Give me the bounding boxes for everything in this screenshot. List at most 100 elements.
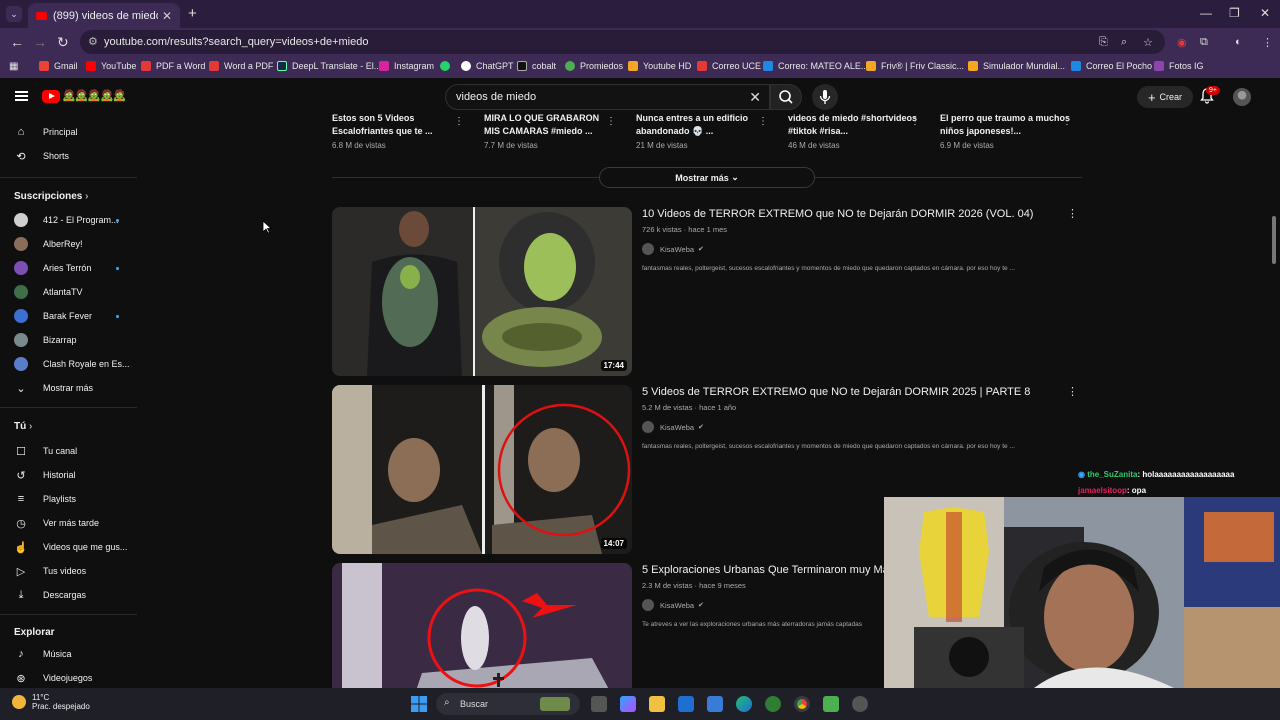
search-button[interactable]	[770, 84, 802, 110]
back-arrow-icon[interactable]: ←	[10, 34, 24, 50]
tab-search-button[interactable]: ⌄	[6, 6, 22, 22]
video-thumbnail[interactable]: 17:44	[332, 207, 632, 376]
mail-icon[interactable]	[678, 696, 694, 712]
windows-start-icon[interactable]	[411, 696, 427, 712]
more-options-icon[interactable]: ⋮	[454, 116, 464, 127]
bookmark-correo-pocho[interactable]: Correo El Pocho	[1071, 61, 1152, 71]
apps-grid-icon[interactable]: ▦	[9, 61, 18, 72]
zoom-icon[interactable]: ⌕	[1121, 36, 1127, 49]
video-result[interactable]: 17:44 10 Videos de TERROR EXTREMO que NO…	[332, 207, 1082, 377]
bookmark-deepl[interactable]: DeepL Translate - El...	[277, 61, 381, 71]
site-info-icon[interactable]: ⚙	[88, 35, 98, 48]
install-app-icon[interactable]: ⎘	[1099, 36, 1108, 49]
sidebar-item-tu-canal[interactable]: ☐ Tu canal	[0, 440, 138, 462]
more-options-icon[interactable]: ⋮	[1062, 116, 1072, 127]
more-options-icon[interactable]: ⋮	[1067, 385, 1078, 398]
sidebar-item-musica[interactable]: ♪ Música	[0, 643, 138, 665]
logo-doodle[interactable]: 🧟🧟🧟🧟🧟	[62, 89, 126, 102]
page-scrollbar[interactable]	[1272, 216, 1276, 264]
video-title[interactable]: 10 Videos de TERROR EXTREMO que NO te De…	[642, 208, 1033, 220]
bookmark-youtube-hd[interactable]: Youtube HD	[628, 61, 691, 71]
bookmark-star-icon[interactable]: ☆	[1143, 36, 1153, 49]
app-icon[interactable]	[852, 696, 868, 712]
sidebar-sub-412[interactable]: 412 - El Program...	[0, 209, 138, 231]
profile-icon[interactable]: ◐	[1235, 36, 1242, 48]
extensions-puzzle-icon[interactable]: ⧉	[1200, 36, 1208, 49]
browser-tab[interactable]: (899) videos de miedo - YouTube ✕	[28, 3, 180, 28]
sidebar-sub-clash-royale[interactable]: Clash Royale en Es...	[0, 353, 138, 375]
sidebar-sub-aries-terron[interactable]: Aries Terrón	[0, 257, 138, 279]
youtube-logo-icon[interactable]	[42, 90, 60, 103]
show-more-button[interactable]: Mostrar más ⌄	[599, 167, 815, 188]
sidebar-show-more[interactable]: ⌄ Mostrar más	[0, 377, 138, 399]
close-window-button[interactable]: ✕	[1260, 6, 1270, 20]
sidebar-sub-barak-fever[interactable]: Barak Fever	[0, 305, 138, 327]
search-input[interactable]: videos de miedo ✕	[445, 84, 770, 110]
bookmark-instagram[interactable]: Instagram	[379, 61, 434, 71]
more-options-icon[interactable]: ⋮	[910, 116, 920, 127]
sidebar-item-principal[interactable]: ⌂ Principal	[0, 121, 138, 143]
sidebar-item-historial[interactable]: ↺ Historial	[0, 464, 138, 486]
video-thumbnail[interactable]: 14:07	[332, 385, 632, 554]
file-explorer-icon[interactable]	[649, 696, 665, 712]
address-bar[interactable]: ⚙ youtube.com/results?search_query=video…	[80, 30, 1165, 54]
edge-icon[interactable]	[736, 696, 752, 712]
video-title[interactable]: 5 Exploraciones Urbanas Que Terminaron m…	[642, 564, 891, 576]
sidebar-item-shorts[interactable]: ⟲ Shorts	[0, 145, 138, 167]
bookmark-chatgpt[interactable]: ChatGPT	[461, 61, 514, 71]
short-card[interactable]: Nunca entres a un edificio abandonado 💀 …	[636, 112, 768, 150]
voice-search-button[interactable]	[812, 84, 838, 110]
clear-search-icon[interactable]: ✕	[749, 89, 761, 106]
sidebar-item-tus-videos[interactable]: ▷ Tus videos	[0, 560, 138, 582]
bookmark-correo-mateo[interactable]: Correo: MATEO ALE...	[763, 61, 868, 71]
close-tab-icon[interactable]: ✕	[162, 9, 172, 23]
video-title[interactable]: 5 Videos de TERROR EXTREMO que NO te Dej…	[642, 386, 1030, 398]
task-view-icon[interactable]	[591, 696, 607, 712]
extension-icon[interactable]: ◉	[1177, 36, 1187, 49]
sidebar-item-playlists[interactable]: ≡ Playlists	[0, 488, 138, 510]
bookmark-youtube[interactable]: YouTube	[86, 61, 136, 71]
store-icon[interactable]	[707, 696, 723, 712]
short-card[interactable]: El perro que traumo a muchos niños japon…	[940, 112, 1072, 150]
bookmark-friv[interactable]: Friv® | Friv Classic...	[866, 61, 964, 71]
taskbar-search[interactable]: ⌕ Buscar	[436, 693, 580, 715]
minimize-button[interactable]: —	[1200, 6, 1212, 20]
channel-link[interactable]: KisaWeba ✔	[642, 599, 704, 611]
bookmark-whatsapp[interactable]	[440, 61, 455, 71]
app-icon[interactable]	[765, 696, 781, 712]
create-button[interactable]: + Crear	[1137, 86, 1193, 108]
bookmark-promiedos[interactable]: Promiedos	[565, 61, 623, 71]
bookmark-cobalt[interactable]: cobalt	[517, 61, 556, 71]
sidebar-item-descargas[interactable]: ⤓ Descargas	[0, 584, 138, 606]
restore-button[interactable]: ❐	[1229, 6, 1240, 20]
user-avatar[interactable]	[1233, 88, 1251, 106]
new-tab-button[interactable]: +	[188, 5, 197, 22]
channel-link[interactable]: KisaWeba ✔	[642, 243, 704, 255]
bookmark-simulador[interactable]: Simulador Mundial...	[968, 61, 1065, 71]
more-options-icon[interactable]: ⋮	[606, 116, 616, 127]
copilot-icon[interactable]	[620, 696, 636, 712]
sidebar-item-liked-videos[interactable]: ☝ Videos que me gus...	[0, 536, 138, 558]
reload-icon[interactable]: ↻	[57, 34, 69, 51]
weather-widget[interactable]: 11°C Prac. despejado	[12, 693, 90, 711]
subscriptions-heading[interactable]: Suscripciones ›	[14, 191, 88, 202]
sidebar-item-videojuegos[interactable]: ⊛ Videojuegos	[0, 667, 138, 689]
channel-link[interactable]: KisaWeba ✔	[642, 421, 704, 433]
hamburger-menu-icon[interactable]	[15, 91, 28, 101]
sidebar-sub-alberrey[interactable]: AlberRey!	[0, 233, 138, 255]
video-thumbnail[interactable]	[332, 563, 632, 688]
bookmark-fotos-ig[interactable]: Fotos IG	[1154, 61, 1204, 71]
short-card[interactable]: Estos son 5 Videos Escalofriantes que te…	[332, 112, 464, 150]
short-card[interactable]: videos de miedo #shortvideos #tiktok #ri…	[788, 112, 920, 150]
sidebar-sub-atlantatv[interactable]: AtlantaTV	[0, 281, 138, 303]
you-heading[interactable]: Tú ›	[14, 421, 32, 432]
sidebar-sub-bizarrap[interactable]: Bizarrap	[0, 329, 138, 351]
more-options-icon[interactable]: ⋮	[1067, 207, 1078, 220]
forward-arrow-icon[interactable]: →	[33, 34, 47, 50]
minecraft-icon[interactable]	[823, 696, 839, 712]
more-options-icon[interactable]: ⋮	[758, 116, 768, 127]
chrome-menu-icon[interactable]: ⋮	[1262, 36, 1273, 49]
short-card[interactable]: MIRA LO QUE GRABARON MIS CAMARAS #miedo …	[484, 112, 616, 150]
bookmark-pdf-a-word[interactable]: PDF a Word	[141, 61, 205, 71]
bookmark-gmail[interactable]: Gmail	[39, 61, 78, 71]
